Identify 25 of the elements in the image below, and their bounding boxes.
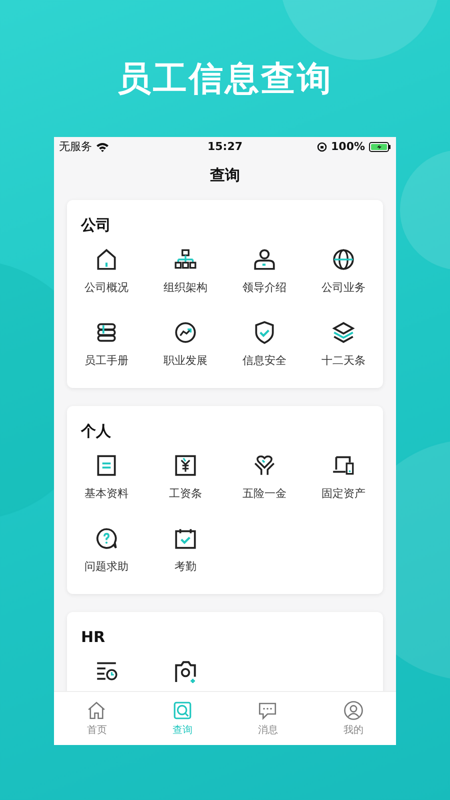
menu-item-label[interactable]: 十二天条	[322, 353, 366, 368]
tab[interactable]: 我的	[310, 692, 396, 745]
menu-item-label[interactable]: 工资条	[169, 486, 202, 501]
section-title: 公司	[81, 216, 112, 235]
battery-percent: 100%	[331, 140, 366, 153]
section-title: 个人	[81, 422, 112, 441]
menu-item-label[interactable]: 领导介绍	[242, 280, 286, 295]
tab[interactable]: 首页	[54, 692, 140, 745]
menu-item-label[interactable]: 考勤	[174, 559, 196, 574]
menu-item-label[interactable]: 员工手册	[84, 353, 128, 368]
menu-item-label[interactable]: 组织架构	[164, 280, 208, 295]
menu-item-label[interactable]: 公司概况	[84, 280, 128, 295]
menu-item-label[interactable]: 职业发展	[164, 353, 208, 368]
menu-item-label[interactable]: 公司业务	[322, 280, 366, 295]
menu-item-label[interactable]: 问题求助	[84, 559, 128, 574]
menu-item-label[interactable]: 固定资产	[322, 486, 366, 501]
carrier-text: 无服务	[59, 139, 92, 154]
page-title: 查询	[208, 165, 241, 186]
section-title: HR	[81, 628, 106, 646]
menu-item-label[interactable]: 基本资料	[84, 486, 128, 501]
menu-item-label[interactable]: 信息安全	[242, 353, 286, 368]
tab[interactable]: 消息	[225, 692, 310, 745]
status-time: 15:27	[208, 140, 243, 153]
headline: 员工信息查询	[117, 58, 333, 101]
menu-item-label[interactable]: 五险一金	[242, 486, 286, 501]
